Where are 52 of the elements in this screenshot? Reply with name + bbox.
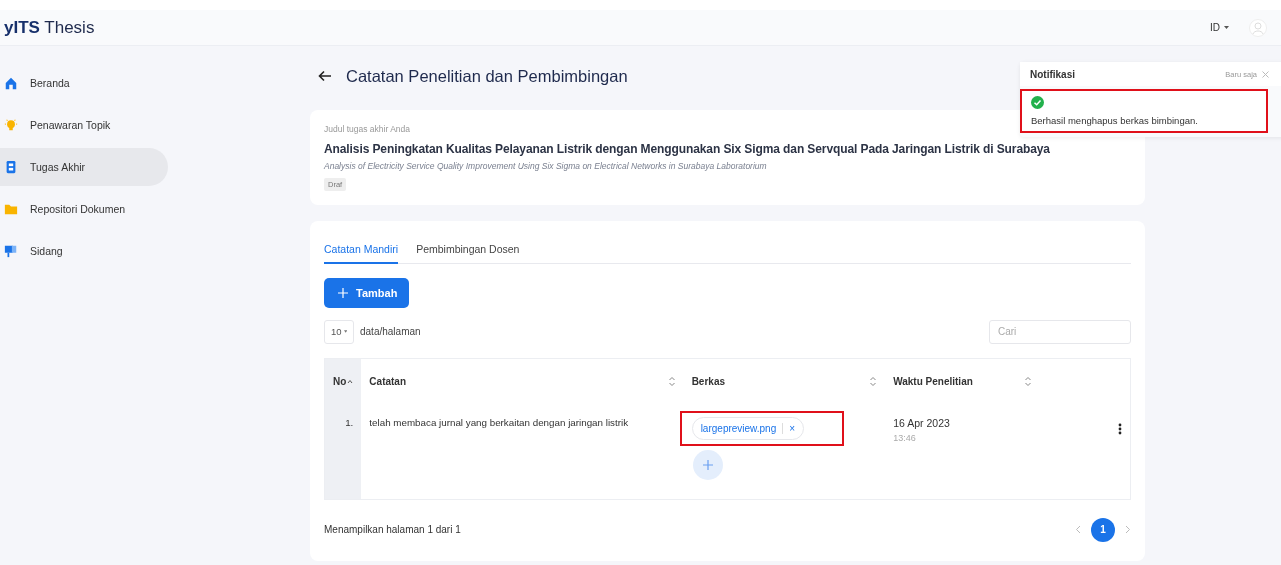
remove-file-button[interactable]: ×	[782, 422, 796, 434]
next-page-icon[interactable]	[1125, 525, 1131, 534]
time-text: 13:46	[893, 432, 917, 443]
add-file-button[interactable]	[692, 449, 723, 480]
plus-icon	[702, 459, 713, 470]
more-options-icon[interactable]	[1118, 422, 1122, 435]
user-avatar-icon[interactable]	[1249, 18, 1267, 37]
sidebar-item[interactable]: Tugas Akhir	[0, 148, 168, 186]
plus-icon	[338, 287, 348, 298]
bulb-icon	[4, 118, 18, 132]
file-chip[interactable]: largepreview.png ×	[691, 416, 805, 440]
app-logo[interactable]: yITS Thesis	[4, 17, 95, 38]
close-icon[interactable]	[1262, 70, 1269, 78]
tab[interactable]: Catatan Mandiri	[324, 241, 399, 264]
note-text: telah membaca jurnal yang berkaitan dengan jaringan listrik	[369, 416, 629, 428]
search-field[interactable]: Cari	[989, 319, 1131, 344]
notification-title: Notifikasi	[1030, 68, 1075, 80]
sort-icon[interactable]	[667, 376, 676, 387]
pagination-summary: Menampilkan halaman 1 dari 1	[324, 524, 461, 535]
sort-icon[interactable]	[1024, 376, 1032, 387]
page-size-select[interactable]: 10	[324, 319, 354, 344]
language-selector[interactable]: ID	[1204, 21, 1235, 34]
add-button[interactable]: Tambah	[324, 277, 410, 308]
folder-icon	[4, 202, 18, 216]
sort-ascending-icon[interactable]	[347, 379, 354, 384]
notification-message: Berhasil menghapus berkas bimbingan.	[1031, 115, 1199, 126]
sidebar-item[interactable]: Beranda	[0, 64, 168, 102]
sidebar-item[interactable]: Repositori Dokumen	[0, 190, 168, 228]
back-arrow-icon[interactable]	[318, 70, 332, 82]
field-label: Judul tugas akhir Anda	[324, 124, 411, 134]
row-number: 1.	[345, 416, 354, 428]
column-header: Waktu Penelitian	[893, 376, 973, 387]
sort-icon[interactable]	[869, 376, 878, 387]
sidebar-item[interactable]: Sidang	[0, 232, 168, 270]
sidebar-item[interactable]: Penawaran Topik	[0, 106, 168, 144]
column-header: No	[333, 376, 347, 387]
previous-page-icon[interactable]	[1075, 525, 1081, 534]
thesis-title: Analisis Peningkatan Kualitas Pelayanan Listrik dengan Menggunakan Six Sigma dan Servqual Pada Jaringan Listrik di Surabaya	[324, 142, 1051, 156]
column-header: Catatan	[369, 376, 407, 387]
page-size-label: data/halaman	[360, 326, 421, 337]
caret-icon	[1224, 26, 1229, 29]
page-button[interactable]: 1	[1091, 517, 1115, 542]
home-icon	[4, 76, 18, 90]
column-header: Berkas	[691, 376, 725, 387]
date-text: 16 Apr 2023	[893, 416, 951, 429]
page-title: Catatan Penelitian dan Pembimbingan	[346, 66, 628, 86]
board-icon	[4, 244, 18, 258]
document-icon	[4, 160, 18, 174]
thesis-subtitle: Analysis of Electricity Service Quality Improvement Using Six Sigma on Electrical Networks in Surabaya Laboratorium	[324, 161, 768, 171]
tab[interactable]: Pembimbingan Dosen	[416, 241, 520, 264]
success-check-icon	[1031, 96, 1044, 109]
caret-icon	[343, 330, 347, 333]
